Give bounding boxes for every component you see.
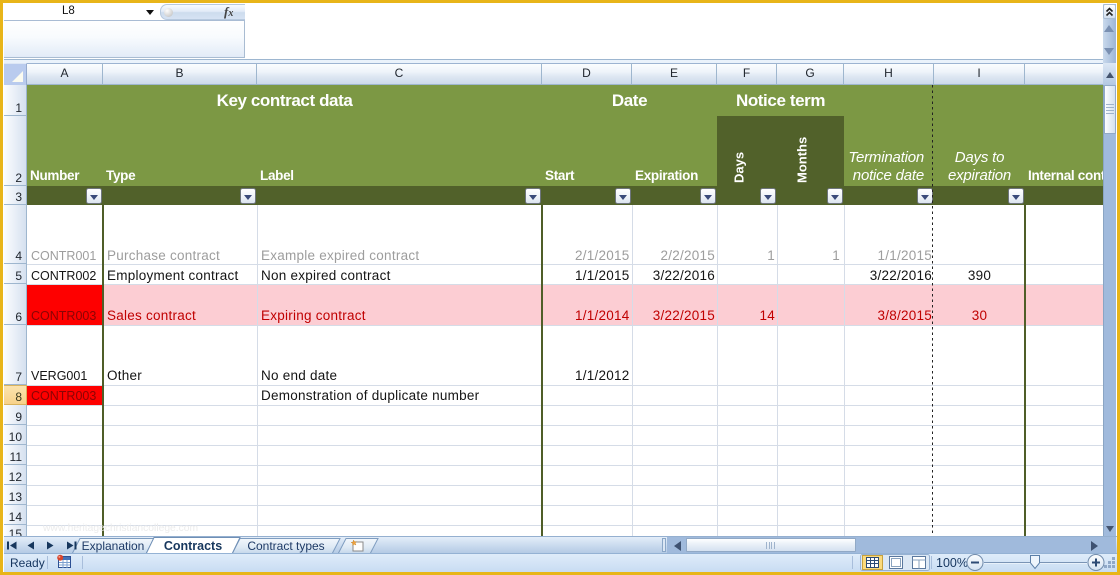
svg-text:Months: Months (795, 137, 810, 183)
svg-text:Contract types: Contract types (247, 539, 324, 553)
svg-text:Days: Days (732, 152, 747, 183)
svg-text:Contracts: Contracts (164, 539, 222, 553)
svg-text:Explanation: Explanation (82, 539, 145, 553)
